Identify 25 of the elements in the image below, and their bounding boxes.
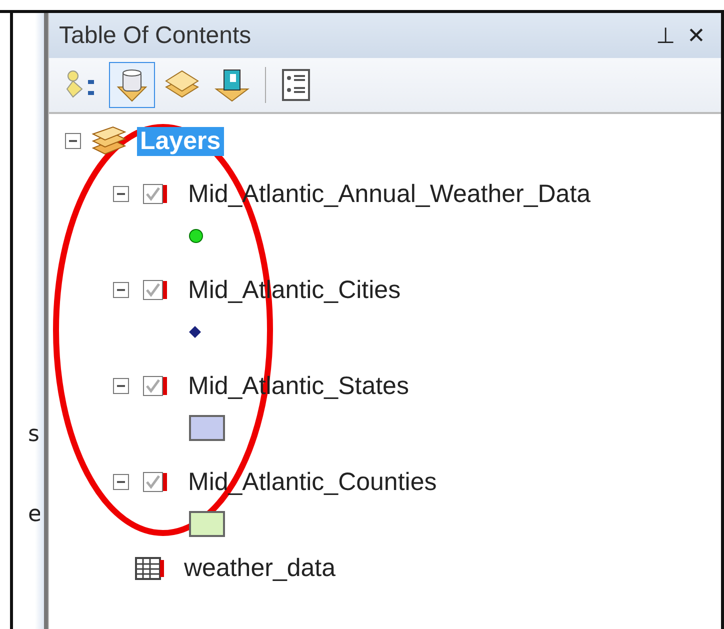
layers-icon: [91, 126, 127, 156]
panel-title: Table Of Contents: [59, 22, 252, 50]
layer-checkbox[interactable]: [143, 376, 163, 396]
cut-text: e: [28, 503, 40, 527]
close-button[interactable]: ✕: [681, 22, 711, 48]
list-icon: [281, 68, 311, 102]
database-icon: [114, 67, 150, 103]
layer-checkbox[interactable]: [143, 472, 163, 492]
toolbar-button[interactable]: [109, 62, 155, 108]
warning-mark: [163, 473, 167, 491]
layer-checkbox[interactable]: [143, 280, 163, 300]
layer-checkbox[interactable]: [143, 184, 163, 204]
collapse-toggle[interactable]: [113, 474, 129, 490]
warning-mark: [163, 281, 167, 299]
layer-select-icon: [214, 67, 250, 103]
collapse-toggle[interactable]: [113, 282, 129, 298]
collapse-toggle[interactable]: [113, 378, 129, 394]
warning-mark: [163, 377, 167, 395]
pin-button[interactable]: ⊥: [650, 22, 681, 48]
table-name[interactable]: weather_data: [181, 554, 339, 583]
collapse-toggle[interactable]: [65, 133, 81, 149]
table-icon: [135, 556, 167, 580]
collapse-toggle[interactable]: [113, 186, 129, 202]
cut-text: s: [28, 423, 40, 447]
warning-mark: [163, 185, 167, 203]
